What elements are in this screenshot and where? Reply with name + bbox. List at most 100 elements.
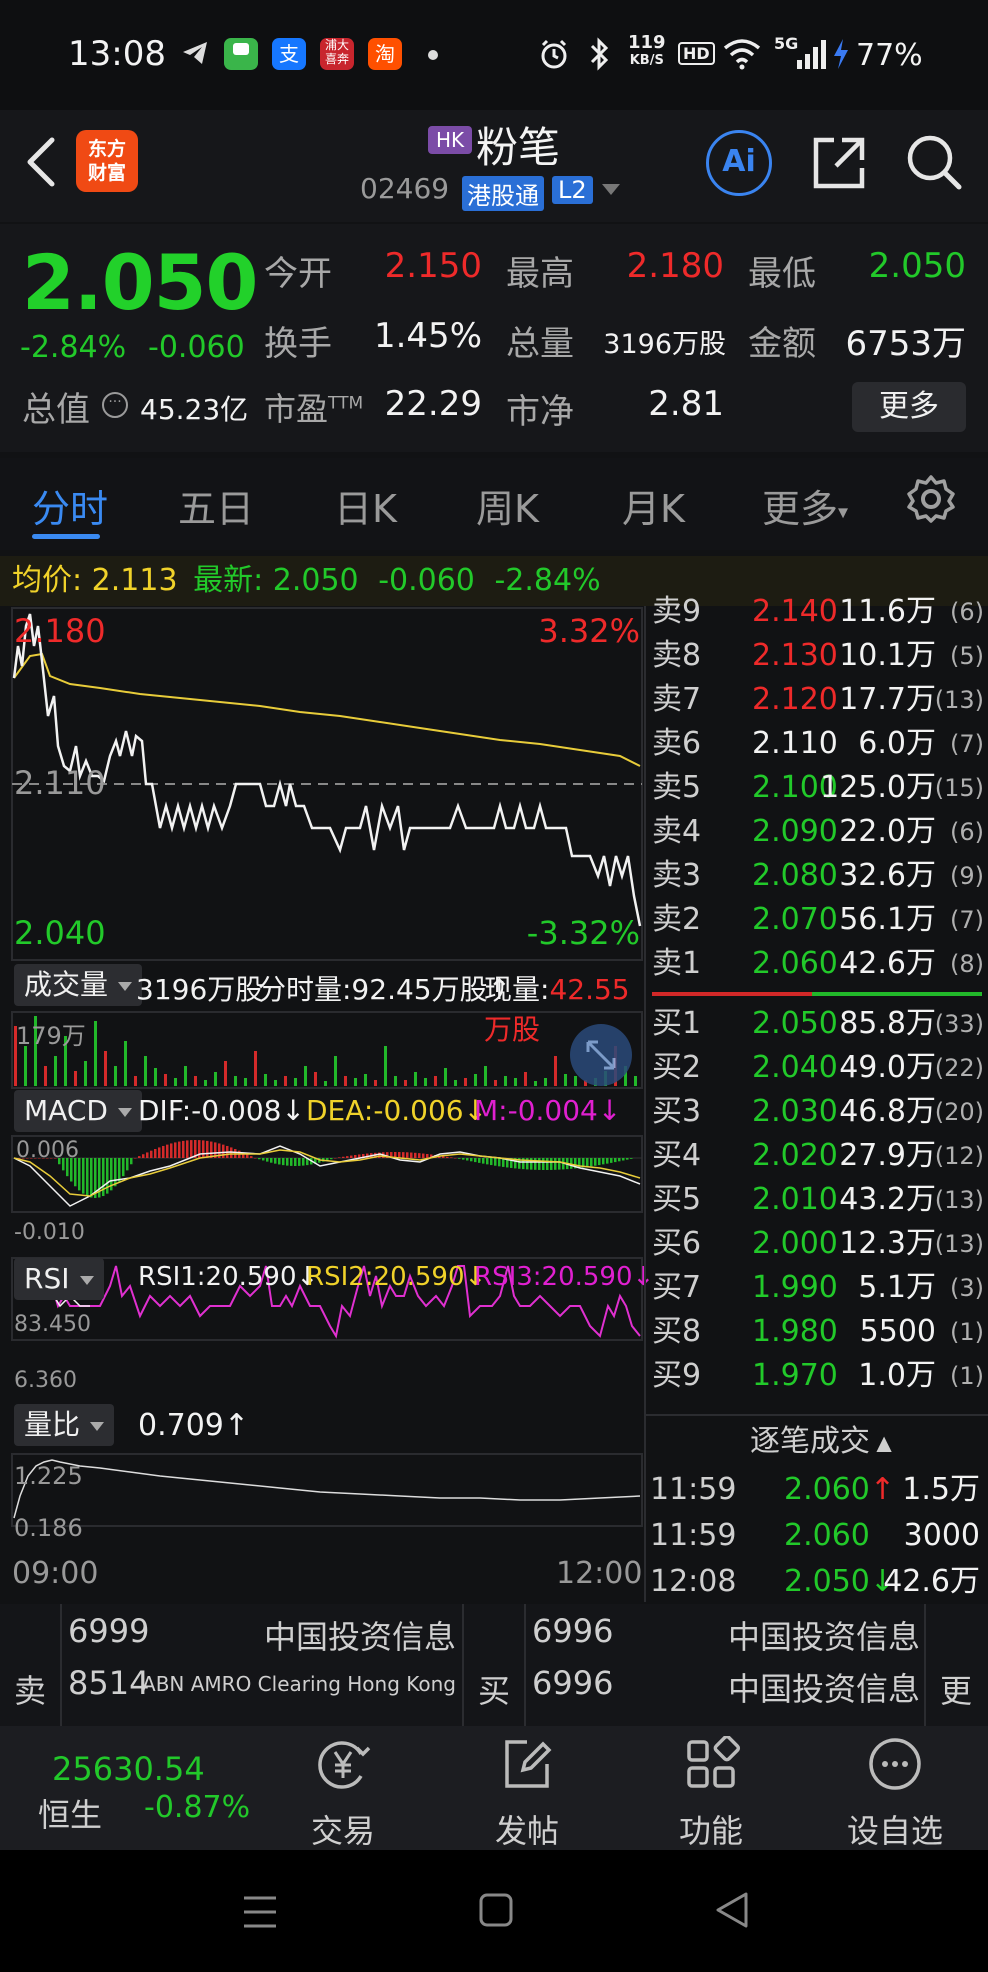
- ask-order-row[interactable]: 卖6 2.110 6.0万 (7): [646, 722, 988, 766]
- bid-order-row[interactable]: 买4 2.020 27.9万 (12): [646, 1134, 988, 1178]
- tab-monthly-k[interactable]: 月K: [622, 478, 685, 533]
- amount-label: 金额: [748, 324, 816, 364]
- bid-price: 1.980: [752, 1314, 838, 1349]
- ai-assistant-button[interactable]: Ai: [706, 130, 772, 196]
- tick-by-tick-title[interactable]: 逐笔成交 ▲: [750, 1416, 892, 1460]
- ask-price: 2.070: [752, 902, 838, 937]
- bid-order-count: (33): [934, 1010, 984, 1038]
- back-nav-icon[interactable]: [712, 1890, 752, 1934]
- bid-level-label: 买2: [652, 1050, 702, 1085]
- tab-daily-k[interactable]: 日K: [334, 478, 397, 533]
- buy-broker-id: 6996: [532, 1612, 614, 1650]
- volume-indicator-selector[interactable]: 成交量: [14, 964, 143, 1006]
- bid-order-row[interactable]: 买8 1.980 5500 (1): [646, 1310, 988, 1354]
- volume-ratio-value: 0.709↑: [138, 1408, 250, 1443]
- ask-order-row[interactable]: 卖2 2.070 56.1万 (7): [646, 898, 988, 942]
- bid-volume: 5.1万: [858, 1270, 936, 1305]
- broker-queue[interactable]: 卖 6999 中国投资信息 8514 ABN AMRO Clearing Hon…: [0, 1604, 988, 1726]
- nav-add-watchlist[interactable]: 设自选: [820, 1736, 970, 1852]
- ask-volume: 56.1万: [839, 902, 936, 937]
- bid-price: 1.970: [752, 1358, 838, 1393]
- tab-weekly-k[interactable]: 周K: [476, 478, 539, 533]
- bid-order-row[interactable]: 买9 1.970 1.0万 (1): [646, 1354, 988, 1398]
- bid-order-row[interactable]: 买3 2.030 46.8万 (20): [646, 1090, 988, 1134]
- menu-icon[interactable]: [240, 1892, 280, 1936]
- tick-time: 12:08: [650, 1564, 737, 1599]
- volume-ratio-line: [13, 1459, 641, 1519]
- chevron-down-icon[interactable]: [602, 184, 620, 195]
- ask-order-row[interactable]: 卖4 2.090 22.0万 (6): [646, 810, 988, 854]
- tick-volume: 1.5万: [902, 1472, 980, 1507]
- bid-order-count: (1): [950, 1362, 984, 1390]
- volume-ratio-selector[interactable]: 量比: [14, 1404, 115, 1446]
- rsi-indicator-selector[interactable]: RSI: [14, 1258, 104, 1300]
- tab-five-day[interactable]: 五日: [178, 478, 254, 533]
- settings-gear-icon[interactable]: [906, 474, 956, 528]
- ask-price: 2.110: [752, 726, 838, 761]
- back-icon[interactable]: [22, 132, 62, 192]
- bid-order-row[interactable]: 买7 1.990 5.1万 (3): [646, 1266, 988, 1310]
- ask-order-row[interactable]: 卖1 2.060 42.6万 (8): [646, 942, 988, 986]
- sell-side-label: 卖: [14, 1672, 47, 1710]
- ask-order-count: (7): [950, 730, 984, 758]
- nav-functions[interactable]: 功能: [636, 1734, 786, 1852]
- volume-total: 3196万股: [136, 973, 264, 1006]
- bid-order-row[interactable]: 买1 2.050 85.8万 (33): [646, 1002, 988, 1046]
- more-quote-button[interactable]: 更多: [852, 382, 966, 432]
- latest-percent: -2.84%: [494, 563, 601, 598]
- ask-price: 2.080: [752, 858, 838, 893]
- ask-order-row[interactable]: 卖3 2.080 32.6万 (9): [646, 854, 988, 898]
- ask-volume: 6.0万: [858, 726, 936, 761]
- rsi-bottom-label: 6.360: [14, 1368, 77, 1393]
- bid-price: 2.050: [752, 1006, 838, 1041]
- index-ticker[interactable]: 25630.54 恒生 -0.87%: [0, 1726, 250, 1850]
- volume-interval: 分时量:92.45万股↑: [258, 973, 512, 1006]
- signal-icon: [796, 38, 826, 74]
- nav-post[interactable]: 发帖: [452, 1736, 602, 1852]
- ask-price: 2.060: [752, 946, 838, 981]
- search-icon[interactable]: [904, 132, 964, 196]
- bid-level-label: 买8: [652, 1314, 702, 1349]
- macd-m: M:-0.004↓: [474, 1094, 622, 1127]
- open-label: 今开: [264, 254, 332, 294]
- bid-order-row[interactable]: 买2 2.040 49.0万 (22): [646, 1046, 988, 1090]
- bid-order-count: (3): [950, 1274, 984, 1302]
- avg-price-label: 均价:: [12, 563, 83, 598]
- nav-trade[interactable]: 交易: [268, 1736, 418, 1852]
- tick-price: 2.050↓: [784, 1564, 896, 1599]
- ask-order-row[interactable]: 卖7 2.120 17.7万 (13): [646, 678, 988, 722]
- ask-order-row[interactable]: 卖5 2.100 125.0万 (15): [646, 766, 988, 810]
- expand-chart-button[interactable]: [570, 1024, 632, 1086]
- ask-order-count: (15): [934, 774, 984, 802]
- home-icon[interactable]: [478, 1892, 514, 1932]
- ask-order-row[interactable]: 卖8 2.130 10.1万 (5): [646, 634, 988, 678]
- app-icon: 浦大 喜奔: [320, 38, 354, 70]
- bid-order-row[interactable]: 买5 2.010 43.2万 (13): [646, 1178, 988, 1222]
- tab-more[interactable]: 更多▾: [762, 478, 848, 533]
- bid-volume: 46.8万: [839, 1094, 936, 1129]
- ask-order-row[interactable]: 卖9 2.140 11.6万 (6): [646, 590, 988, 634]
- high-value: 2.180: [626, 246, 724, 286]
- broker-more-button[interactable]: 更: [940, 1666, 972, 1712]
- share-icon[interactable]: [810, 134, 868, 196]
- bid-level-label: 买9: [652, 1358, 702, 1393]
- pe-label: 市盈TTM: [264, 390, 364, 428]
- connect-badge: 港股通: [462, 176, 544, 211]
- bid-volume: 49.0万: [839, 1050, 936, 1085]
- bid-price: 2.030: [752, 1094, 838, 1129]
- more-dots-icon[interactable]: ···: [102, 392, 128, 418]
- bid-level-label: 买5: [652, 1182, 702, 1217]
- ask-level-label: 卖5: [652, 770, 702, 805]
- bid-level-label: 买4: [652, 1138, 702, 1173]
- ask-price: 2.090: [752, 814, 838, 849]
- tick-row: 11:59 2.060 3000: [646, 1514, 988, 1558]
- buy-side-label: 买: [478, 1672, 511, 1710]
- tick-row: 11:59 2.060↑ 1.5万: [646, 1468, 988, 1512]
- tab-intraday[interactable]: 分时: [32, 478, 108, 533]
- intraday-chart-area[interactable]: 2.180 3.32% 2.110 2.040 -3.32% 成交量 3196万…: [0, 606, 654, 1606]
- bid-order-row[interactable]: 买6 2.000 12.3万 (13): [646, 1222, 988, 1266]
- bid-pressure-bar: [812, 992, 982, 996]
- edit-post-icon: [505, 1740, 552, 1788]
- macd-indicator-selector[interactable]: MACD: [14, 1090, 142, 1132]
- price-mid-label: 2.110: [14, 764, 106, 802]
